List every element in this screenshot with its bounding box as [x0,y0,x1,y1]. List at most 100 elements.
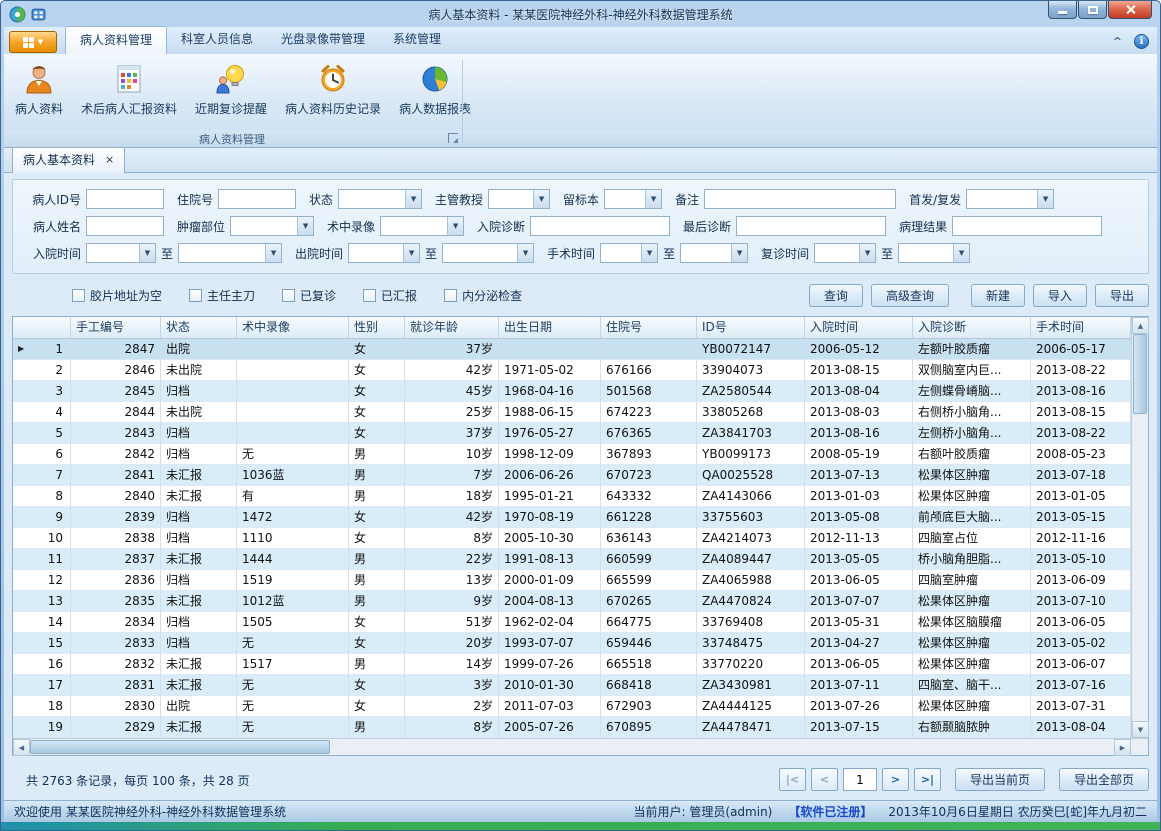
table-row[interactable]: 162832未汇报1517男14岁1999-07-266655183377022… [13,654,1131,675]
next-page-button[interactable]: > [882,768,909,791]
tab-patient-basic-data[interactable]: 病人基本资料 × [12,146,125,173]
reported-checkbox[interactable]: 已汇报 [363,287,417,304]
table-row[interactable]: 82840未汇报有男18岁1995-01-21643332ZA414306620… [13,486,1131,507]
grid-cell: 643332 [601,486,697,507]
column-header[interactable]: 入院时间 [805,317,913,338]
professor-combo[interactable]: ▼ [488,189,550,209]
table-row[interactable]: 182830出院无女2岁2011-07-03672903ZA4444125201… [13,696,1131,717]
first-page-button[interactable]: |< [779,768,806,791]
status-combo[interactable]: ▼ [338,189,422,209]
application-menu-button[interactable]: ▼ [9,31,57,53]
maximize-button[interactable] [1078,1,1107,19]
table-row[interactable]: 92839归档1472女42岁1970-08-19661228337556032… [13,507,1131,528]
remarks-input[interactable] [704,189,896,209]
grid-cell: 左额叶胶质瘤 [913,339,1031,360]
surgery-date-to-combo[interactable]: ▼ [680,243,748,263]
last-page-button[interactable]: >| [914,768,941,791]
admission-date-to-combo[interactable]: ▼ [178,243,282,263]
table-row[interactable]: 72841未汇报1036蓝男7岁2006-06-26670723QA002552… [13,465,1131,486]
tab-disc-video-management[interactable]: 光盘录像带管理 [267,26,379,54]
patient-id-input[interactable] [86,189,164,209]
export-button[interactable]: 导出 [1095,284,1149,307]
table-row[interactable]: 142834归档1505女51岁1962-02-0466477533769408… [13,612,1131,633]
column-header[interactable]: 手术时间 [1031,317,1131,338]
close-button[interactable] [1108,1,1152,19]
collapse-ribbon-icon[interactable]: ^ [1113,36,1122,47]
import-button[interactable]: 导入 [1033,284,1087,307]
h-scroll-track[interactable] [30,739,1114,755]
admission-diagnosis-input[interactable] [530,216,670,236]
table-row[interactable]: 192829未汇报无男8岁2005-07-26670895ZA447847120… [13,717,1131,738]
discharge-date-to-combo[interactable]: ▼ [442,243,534,263]
postop-report-button[interactable]: 术后病人汇报资料 [72,57,186,130]
column-header[interactable]: 手工编号 [71,317,161,338]
v-scroll-track[interactable] [1132,334,1148,721]
table-row[interactable]: 42844未出院女25岁1988-06-15674223338052682013… [13,402,1131,423]
specimen-combo[interactable]: ▼ [604,189,662,209]
revisit-date-from-combo[interactable]: ▼ [814,243,876,263]
admission-no-input[interactable] [218,189,296,209]
column-header[interactable]: 状态 [161,317,237,338]
surgery-date-from-combo[interactable]: ▼ [600,243,658,263]
table-row[interactable]: ▶12847出院女37岁YB00721472006-05-12左额叶胶质瘤200… [13,339,1131,360]
export-all-pages-button[interactable]: 导出全部页 [1059,768,1149,791]
endocrine-exam-checkbox[interactable]: 内分泌检查 [444,287,522,304]
prev-page-button[interactable]: < [811,768,838,791]
column-header[interactable]: 出生日期 [499,317,601,338]
page-number-input[interactable] [843,768,877,791]
discharge-date-from-combo[interactable]: ▼ [348,243,420,263]
query-button[interactable]: 查询 [809,284,863,307]
table-row[interactable]: 22846未出院女42岁1971-05-02676166339040732013… [13,360,1131,381]
patient-data-button[interactable]: 病人资料 [6,57,72,130]
scroll-right-icon[interactable]: ▶ [1114,739,1131,756]
table-row[interactable]: 52843归档女37岁1976-05-27676365ZA38417032013… [13,423,1131,444]
tab-department-staff-info[interactable]: 科室人员信息 [167,26,267,54]
chief-surgeon-checkbox[interactable]: 主任主刀 [189,287,255,304]
v-scroll-thumb[interactable] [1133,334,1147,414]
table-row[interactable]: 172831未汇报无女3岁2010-01-30668418ZA343098120… [13,675,1131,696]
table-row[interactable]: 32845归档女45岁1968-04-16501568ZA25805442013… [13,381,1131,402]
revisit-reminder-button[interactable]: 近期复诊提醒 [186,57,276,130]
minimize-button[interactable] [1048,1,1077,19]
intraop-video-combo[interactable]: ▼ [380,216,464,236]
tab-close-icon[interactable]: × [105,154,114,165]
column-header[interactable]: 术中录像 [237,317,349,338]
tab-system-management[interactable]: 系统管理 [379,26,455,54]
advanced-query-button[interactable]: 高级查询 [871,284,949,307]
column-header[interactable]: 住院号 [601,317,697,338]
horizontal-scrollbar[interactable]: ◀ ▶ [13,738,1148,755]
first-recurrence-combo[interactable]: ▼ [966,189,1054,209]
column-header[interactable]: 入院诊断 [913,317,1031,338]
help-info-icon[interactable]: i [1134,34,1149,49]
table-row[interactable]: 112837未汇报1444男22岁1991-08-13660599ZA40894… [13,549,1131,570]
column-header[interactable]: 就诊年龄 [405,317,499,338]
column-header[interactable] [13,317,71,338]
revisited-checkbox[interactable]: 已复诊 [282,287,336,304]
tab-patient-data-management[interactable]: 病人资料管理 [65,26,167,55]
final-diagnosis-input[interactable] [736,216,886,236]
revisit-date-to-combo[interactable]: ▼ [898,243,970,263]
quick-access-grid-icon[interactable] [31,7,46,22]
export-current-page-button[interactable]: 导出当前页 [955,768,1045,791]
pathology-result-input[interactable] [952,216,1102,236]
admission-date-from-combo[interactable]: ▼ [86,243,156,263]
scroll-up-icon[interactable]: ▲ [1132,317,1149,334]
scroll-left-icon[interactable]: ◀ [13,739,30,756]
table-row[interactable]: 122836归档1519男13岁2000-01-09665599ZA406598… [13,570,1131,591]
vertical-scrollbar[interactable]: ▲ ▼ [1131,317,1148,738]
patient-report-button[interactable]: 病人数据报表 [390,57,480,130]
column-header[interactable]: ID号 [697,317,805,338]
patient-history-button[interactable]: 病人资料历史记录 [276,57,390,130]
column-header[interactable]: 性别 [349,317,405,338]
dialog-launcher-icon[interactable] [448,133,458,143]
scroll-down-icon[interactable]: ▼ [1132,721,1149,738]
h-scroll-thumb[interactable] [30,740,330,754]
table-row[interactable]: 152833归档无女20岁1993-07-0765944633748475201… [13,633,1131,654]
film-address-empty-checkbox[interactable]: 胶片地址为空 [72,287,162,304]
table-row[interactable]: 102838归档1110女8岁2005-10-30636143ZA4214073… [13,528,1131,549]
table-row[interactable]: 132835未汇报1012蓝男9岁2004-08-13670265ZA44708… [13,591,1131,612]
tumor-site-combo[interactable]: ▼ [230,216,314,236]
patient-name-input[interactable] [86,216,164,236]
table-row[interactable]: 62842归档无男10岁1998-12-09367893YB0099173200… [13,444,1131,465]
new-button[interactable]: 新建 [971,284,1025,307]
